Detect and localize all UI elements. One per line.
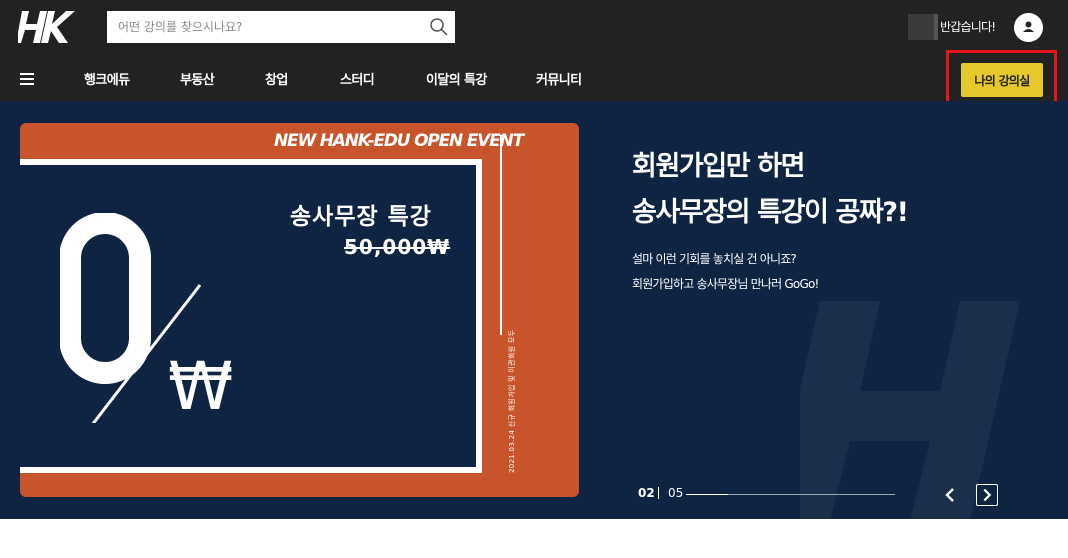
nav-item-startup[interactable]: 창업 [265,69,288,88]
card-title: 송사무장 특강 [290,204,432,230]
user-divider [934,14,938,40]
card-divider [500,135,502,335]
search-bar [107,11,455,43]
chevron-right-icon[interactable] [976,484,998,506]
hk-logo-icon[interactable]: HK [18,9,76,45]
svg-text:₩: ₩ [168,348,233,423]
hero-banner: NEW HANK-EDU OPEN EVENT ₩ 송사무장 특강 50,000… [0,101,1068,519]
chevron-left-icon[interactable] [940,484,960,506]
nav-item-study[interactable]: 스터디 [340,69,375,88]
pager-progress-fill [686,494,728,495]
pager-total: 05 [668,486,684,500]
nav-item-monthly-lecture[interactable]: 이달의 특강 [426,69,487,88]
card-vertical-text: 2021.03.24 신규 회원가입 및 이관회원 모두 [508,329,516,473]
user-name-box [908,14,936,40]
hero-heading-line2: 송사무장의 특강이 공짜?! [632,197,909,228]
hero-sub-line2: 회원가입하고 송사무장님 만나러 GoGo! [632,277,819,291]
page: HK 반갑습니다! 행크에듀 부동산 창업 스터디 이달의 특 [0,0,1068,558]
event-card[interactable]: NEW HANK-EDU OPEN EVENT ₩ 송사무장 특강 50,000… [20,123,579,497]
my-class-button[interactable]: 나의 강의실 [961,63,1043,97]
hero-heading: 회원가입만 하면 송사무장의 특강이 공짜?! [632,144,909,236]
header: HK 반갑습니다! 행크에듀 부동산 창업 스터디 이달의 특 [0,0,1068,112]
user-icon[interactable] [1014,13,1043,42]
search-input[interactable] [107,11,417,43]
nav-item-community[interactable]: 커뮤니티 [536,69,582,88]
hero-sub-line1: 설마 이런 기회를 놓치실 건 아니죠? [632,252,797,266]
nav-item-hankedu[interactable]: 행크에듀 [84,69,130,88]
hero-subtext: 설마 이런 기회를 놓치실 건 아니죠? 회원가입하고 송사무장님 만나러 Go… [632,247,819,297]
card-vertical-note: 2021.03.24 신규 회원가입 및 이관회원 모두 [492,327,516,477]
nav-item-realestate[interactable]: 부동산 [180,69,215,88]
pager-current: 02 [638,486,655,500]
search-icon[interactable] [429,17,449,37]
pager-divider [658,487,659,499]
pager-progress-bar [686,494,895,495]
zero-won-graphic: ₩ [60,213,233,423]
hk-watermark-icon [800,301,1020,519]
hamburger-icon[interactable] [20,73,34,85]
hero-heading-line1: 회원가입만 하면 [632,151,805,182]
greeting-text: 반갑습니다! [940,20,996,34]
card-event-label: NEW HANK-EDU OPEN EVENT [274,131,524,151]
card-price: 50,000₩ [344,235,451,259]
